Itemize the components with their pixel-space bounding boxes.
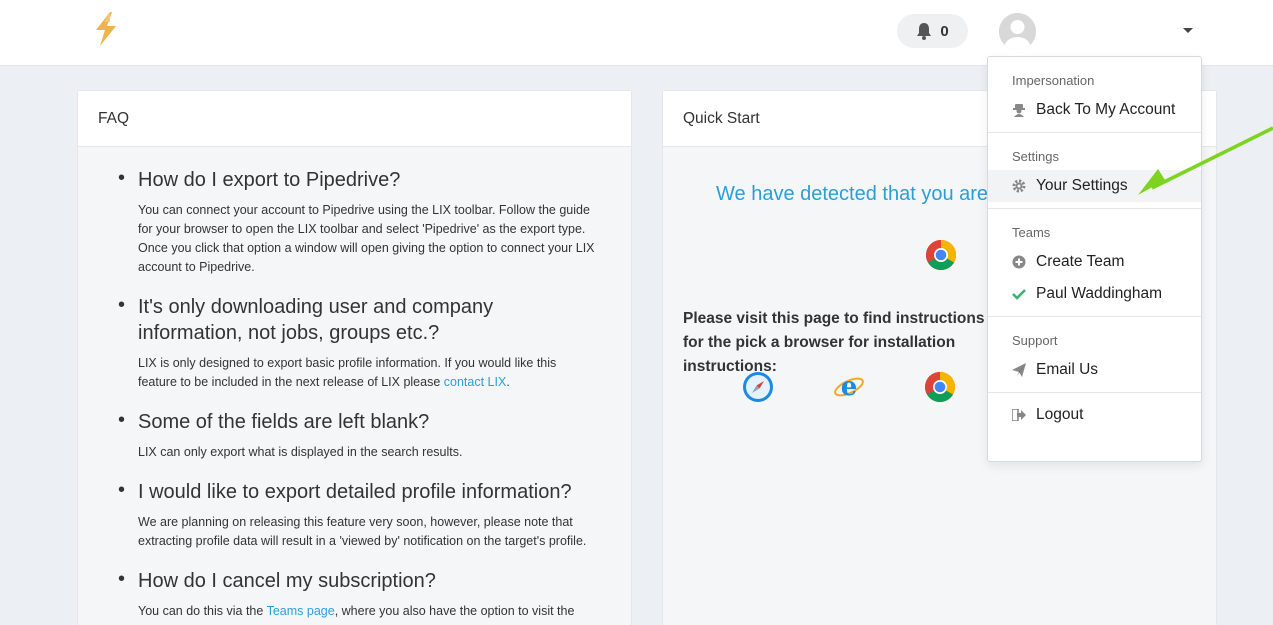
- paper-plane-icon: [1012, 363, 1026, 377]
- avatar[interactable]: [999, 13, 1036, 50]
- faq-answer: We are planning on releasing this featur…: [138, 515, 587, 548]
- faq-question: How do I cancel my subscription?: [138, 570, 436, 592]
- chrome-icon: [925, 240, 957, 271]
- logo-icon[interactable]: [90, 10, 126, 48]
- faq-title: FAQ: [78, 91, 631, 147]
- teams-page-link[interactable]: Teams page: [267, 604, 335, 618]
- faq-answer: LIX is only designed to export basic pro…: [138, 356, 557, 389]
- gear-icon: [1012, 179, 1026, 193]
- installation-instructions: Please visit this page to find instructi…: [683, 310, 985, 375]
- menu-item-label: Back To My Account: [1036, 101, 1176, 118]
- detected-browser-text: We have detected that you are using: [716, 183, 1016, 205]
- svg-text:e: e: [841, 372, 858, 402]
- faq-list: How do I export to Pipedrive? You can co…: [118, 167, 598, 625]
- plus-circle-icon: [1012, 255, 1026, 269]
- chevron-down-icon[interactable]: [1183, 28, 1193, 33]
- logout-item[interactable]: Logout: [988, 399, 1201, 431]
- bell-icon: [917, 23, 932, 40]
- safari-icon[interactable]: [742, 371, 774, 403]
- notifications-count: 0: [940, 22, 949, 40]
- faq-item: It's only downloading user and company i…: [118, 294, 598, 392]
- dropdown-section-logout: Logout: [988, 393, 1201, 437]
- internet-explorer-icon[interactable]: e: [833, 371, 865, 403]
- faq-answer: You can connect your account to Pipedriv…: [138, 203, 595, 274]
- user-dropdown-menu: Impersonation Back To My Account Setting…: [987, 56, 1202, 462]
- faq-item: I would like to export detailed profile …: [118, 479, 598, 551]
- faq-item: Some of the fields are left blank? LIX c…: [118, 409, 598, 462]
- check-icon: [1012, 287, 1026, 301]
- menu-item-label: Your Settings: [1036, 177, 1128, 194]
- user-placeholder-icon: [999, 13, 1036, 50]
- menu-item-label: Email Us: [1036, 361, 1099, 378]
- faq-question: It's only downloading user and company i…: [138, 296, 494, 344]
- user-secret-icon: [1012, 103, 1026, 117]
- dropdown-header: Support: [1012, 333, 1058, 348]
- faq-answer: LIX can only export what is displayed in…: [138, 445, 463, 459]
- faq-item: How do I export to Pipedrive? You can co…: [118, 167, 598, 277]
- sign-out-icon: [1012, 408, 1026, 422]
- menu-item-label: Paul Waddingham: [1036, 285, 1163, 302]
- annotation-arrow: [1138, 126, 1273, 195]
- dropdown-header: Impersonation: [1012, 73, 1095, 88]
- faq-panel: FAQ How do I export to Pipedrive? You ca…: [77, 90, 632, 625]
- notifications-button[interactable]: 0: [897, 14, 968, 48]
- chrome-icon[interactable]: [924, 371, 956, 403]
- contact-lix-link[interactable]: contact LIX: [444, 375, 507, 389]
- faq-question: I would like to export detailed profile …: [138, 481, 572, 503]
- faq-question: Some of the fields are left blank?: [138, 411, 430, 433]
- faq-question: How do I export to Pipedrive?: [138, 169, 401, 191]
- faq-item: How do I cancel my subscription? You can…: [118, 568, 598, 621]
- create-team-item[interactable]: Create Team: [988, 246, 1201, 278]
- team-paul-waddingham-item[interactable]: Paul Waddingham: [988, 278, 1201, 310]
- dropdown-section-support: Support Email Us: [988, 317, 1201, 393]
- menu-item-label: Create Team: [1036, 253, 1125, 270]
- menu-item-label: Logout: [1036, 406, 1084, 423]
- dropdown-header: Teams: [1012, 225, 1051, 240]
- faq-answer: You can do this via the Teams page, wher…: [138, 604, 575, 618]
- email-us-item[interactable]: Email Us: [988, 354, 1201, 386]
- dropdown-section-teams: Teams Create Team Paul Waddingham: [988, 209, 1201, 317]
